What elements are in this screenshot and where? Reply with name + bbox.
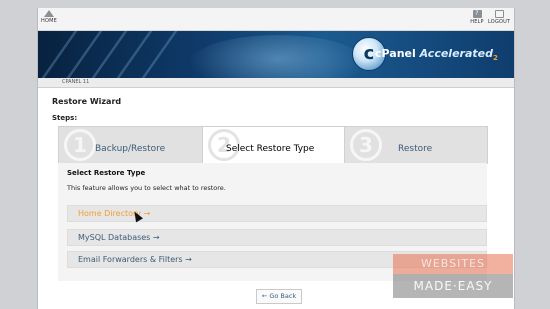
version-bar: CPANEL 11 <box>38 78 514 88</box>
page-title: Restore Wizard <box>52 97 122 106</box>
help-icon: ? <box>472 10 482 18</box>
option-mysql-databases-label: MySQL Databases → <box>78 233 160 242</box>
option-email-forwarders-filters-label: Email Forwarders & Filters → <box>78 255 192 264</box>
step-label-3: Restore <box>398 144 433 154</box>
cpanel-logo: c cPanel Accelerated2 <box>348 35 514 75</box>
watermark-top: WEBSITES <box>393 254 513 274</box>
option-mysql-databases[interactable]: MySQL Databases → <box>67 229 487 246</box>
top-nav: HOME ? HELP LOGOUT <box>38 8 514 31</box>
step-restore: 3 Restore <box>344 126 488 164</box>
step-label-1: Backup/Restore <box>95 144 166 154</box>
brand-accent: Accelerated <box>419 47 493 60</box>
version-label: CPANEL 11 <box>62 79 90 85</box>
globe-graphic <box>188 35 368 78</box>
step-backup-restore[interactable]: 1 Backup/Restore <box>58 126 203 164</box>
steps-label: Steps: <box>52 114 78 122</box>
nav-help-label: HELP <box>470 19 484 25</box>
nav-home-button[interactable]: HOME <box>40 10 58 24</box>
nav-logout-button[interactable]: LOGOUT <box>488 10 510 25</box>
panel-description: This feature allows you to select what t… <box>67 184 226 192</box>
logout-icon <box>494 10 504 18</box>
watermark-bottom: MADE·EASY <box>393 274 513 298</box>
brand-name: cPanel <box>375 47 416 60</box>
panel-title: Select Restore Type <box>67 169 146 177</box>
nav-home-label: HOME <box>41 18 57 24</box>
cpanel-logo-text: cPanel Accelerated2 <box>375 47 498 62</box>
nav-logout-label: LOGOUT <box>488 19 511 25</box>
go-back-button[interactable]: ← Go Back <box>256 289 302 304</box>
step-label-2: Select Restore Type <box>226 144 315 154</box>
step-select-restore-type: 2 Select Restore Type <box>202 126 345 164</box>
step-number-1: 1 <box>64 129 96 161</box>
brand-sub: 2 <box>492 54 498 63</box>
watermark: WEBSITES MADE·EASY <box>393 254 513 298</box>
step-number-3: 3 <box>350 129 382 161</box>
nav-help-button[interactable]: ? HELP <box>469 10 485 25</box>
home-icon <box>44 10 54 17</box>
header-banner: c cPanel Accelerated2 <box>38 31 514 78</box>
